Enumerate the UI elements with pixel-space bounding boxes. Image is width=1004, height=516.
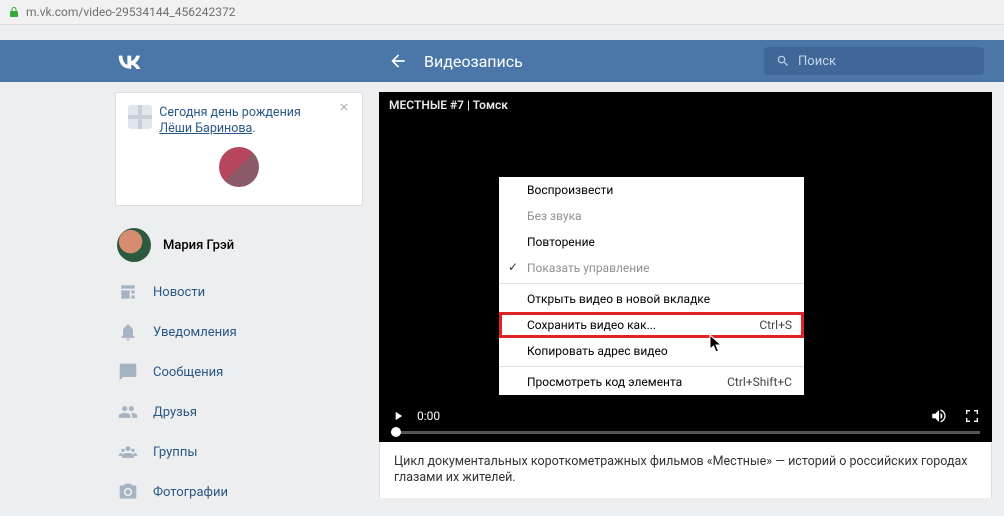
video-title: МЕСТНЫЕ #7 | Томск: [379, 92, 992, 118]
context-menu: Воспроизвести Без звука Повторение ✓ Показат…: [499, 177, 804, 395]
spacer: [0, 25, 1004, 40]
news-icon: [117, 282, 139, 302]
sidebar-item-label: Сообщения: [153, 365, 223, 380]
check-icon: ✓: [508, 260, 518, 274]
back-arrow-icon[interactable]: [388, 51, 408, 71]
gift-icon: [128, 105, 152, 129]
context-item-shortcut: Ctrl+Shift+C: [727, 375, 792, 389]
context-item-label: Просмотреть код элемента: [527, 375, 682, 389]
bell-icon: [117, 322, 139, 342]
profile-row[interactable]: Мария Грэй: [115, 224, 363, 272]
context-item[interactable]: Просмотреть код элемента Ctrl+Shift+C: [499, 369, 804, 395]
profile-avatar: [117, 228, 151, 262]
context-item-label: Без звука: [527, 209, 582, 223]
context-item-label: Копировать адрес видео: [527, 344, 668, 358]
volume-icon[interactable]: [930, 407, 948, 425]
context-item: Без звука: [499, 203, 804, 229]
context-item[interactable]: Повторение: [499, 229, 804, 255]
context-item-label: Воспроизвести: [527, 183, 613, 197]
context-item-label: Открыть видео в новой вкладке: [527, 292, 710, 306]
video-player[interactable]: МЕСТНЫЕ #7 | Томск Воспроизвести Без звук…: [379, 92, 992, 442]
context-item-label: Показать управление: [527, 261, 649, 275]
right-column: МЕСТНЫЕ #7 | Томск Воспроизвести Без звук…: [379, 92, 992, 498]
vk-logo-icon[interactable]: [115, 47, 143, 75]
sidebar-item-groups[interactable]: Группы: [115, 432, 363, 472]
close-icon[interactable]: [338, 101, 354, 117]
sidebar-item-news[interactable]: Новости: [115, 272, 363, 312]
context-item[interactable]: Воспроизвести: [499, 177, 804, 203]
context-item-label: Повторение: [527, 235, 595, 249]
video-description: Цикл документальных короткометражных фил…: [379, 442, 992, 498]
birthday-line1: Сегодня день рождения: [159, 105, 301, 120]
message-icon: [117, 362, 139, 382]
context-item[interactable]: Сохранить видео как... Ctrl+S: [499, 312, 804, 338]
context-item-shortcut: Ctrl+S: [759, 318, 792, 332]
fullscreen-icon[interactable]: [964, 408, 980, 424]
context-separator: [499, 366, 804, 367]
sidebar-item-label: Друзья: [153, 405, 197, 420]
left-column: Сегодня день рождения Лёши Баринова. Мар…: [115, 92, 363, 512]
sidebar-nav: Новости Уведомления Сообщения Друзья Гру…: [115, 272, 363, 512]
birthday-text: Сегодня день рождения Лёши Баринова.: [159, 105, 301, 137]
play-icon[interactable]: [391, 409, 405, 423]
sidebar-item-label: Группы: [153, 445, 197, 460]
progress-bar[interactable]: [391, 431, 980, 434]
progress-handle[interactable]: [391, 427, 401, 437]
address-url: m.vk.com/video-29534144_456242372: [26, 5, 235, 19]
video-time: 0:00: [417, 409, 930, 423]
sidebar-item-notifications[interactable]: Уведомления: [115, 312, 363, 352]
app-header: Видеозапись Поиск: [0, 40, 1004, 82]
main-area: Сегодня день рождения Лёши Баринова. Мар…: [0, 82, 1004, 512]
search-placeholder: Поиск: [798, 54, 836, 69]
photo-icon: [117, 482, 139, 502]
sidebar-item-label: Фотографии: [153, 485, 228, 500]
sidebar-item-friends[interactable]: Друзья: [115, 392, 363, 432]
lock-icon: [8, 6, 20, 18]
context-separator: [499, 283, 804, 284]
sidebar-item-photos[interactable]: Фотографии: [115, 472, 363, 512]
sidebar-item-messages[interactable]: Сообщения: [115, 352, 363, 392]
context-item-label: Сохранить видео как...: [527, 318, 656, 332]
context-item[interactable]: Копировать адрес видео: [499, 338, 804, 364]
sidebar-item-label: Уведомления: [153, 325, 237, 340]
video-controls: 0:00: [379, 401, 992, 442]
address-bar[interactable]: m.vk.com/video-29534144_456242372: [0, 0, 1004, 25]
birthday-card: Сегодня день рождения Лёши Баринова.: [115, 92, 363, 206]
search-box[interactable]: Поиск: [764, 47, 984, 75]
search-icon: [776, 54, 790, 68]
friends-icon: [117, 402, 139, 422]
page-title: Видеозапись: [424, 52, 764, 71]
groups-icon: [117, 442, 139, 462]
sidebar-item-label: Новости: [153, 285, 205, 300]
birthday-name[interactable]: Лёши Баринова: [159, 121, 252, 136]
context-item: ✓ Показать управление: [499, 255, 804, 281]
context-item[interactable]: Открыть видео в новой вкладке: [499, 286, 804, 312]
birthday-avatar[interactable]: [219, 147, 259, 187]
profile-name: Мария Грэй: [163, 238, 234, 253]
